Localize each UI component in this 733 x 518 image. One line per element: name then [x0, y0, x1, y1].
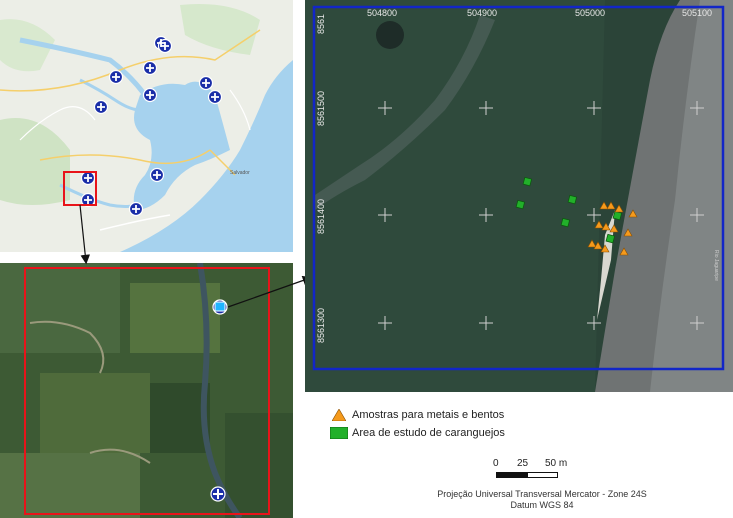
- legend-crab-label: Area de estudo de caranguejos: [352, 427, 505, 439]
- scale-tick-25: 25: [517, 458, 529, 469]
- grid-label-x2: 504900: [467, 8, 498, 18]
- scale-tick-50: 50 m: [545, 458, 568, 469]
- grid-label-y3: 8561300: [316, 307, 326, 343]
- detail-map: [305, 0, 733, 392]
- crab-site: [605, 233, 616, 244]
- scale-bar: 0 25 50 m: [490, 458, 580, 486]
- forest-patch: [0, 263, 120, 353]
- grid-label-y-top: 8561: [316, 13, 326, 34]
- crab-site: [522, 176, 533, 187]
- regional-map-panel: Salvador: [0, 0, 293, 252]
- projection-line-1: Projeção Universal Transversal Mercator …: [437, 489, 647, 499]
- legend-square-symbol: [330, 427, 348, 439]
- crab-site: [567, 194, 578, 205]
- satellite-inset: [0, 263, 293, 518]
- grid-label-x3: 505000: [575, 8, 606, 18]
- mangrove-texture: [305, 0, 605, 392]
- forest-patch: [0, 453, 140, 518]
- scale-tick-0: 0: [493, 458, 499, 469]
- highlighted-site-square: [214, 301, 226, 312]
- legend-triangle-symbol: [332, 409, 346, 421]
- grid-label-x1: 504800: [367, 8, 398, 18]
- legend: Amostras para metais e bentos Area de es…: [328, 406, 568, 446]
- edge-label: Rio Jaguaripe: [713, 250, 719, 281]
- forest-patch: [225, 413, 293, 518]
- crab-site: [560, 217, 571, 228]
- city-label: Salvador: [230, 170, 250, 176]
- satellite-inset-panel: [0, 263, 293, 518]
- pond: [376, 21, 404, 49]
- grid-label-y2: 8561400: [316, 198, 326, 234]
- legend-metals-label: Amostras para metais e bentos: [352, 409, 505, 421]
- detail-map-panel: 504800 504900 505000 505100 8561 8561500…: [305, 0, 733, 392]
- regional-map: [0, 0, 293, 252]
- forest-patch: [40, 373, 150, 453]
- scale-bar-graphic: [496, 472, 558, 478]
- crab-site: [612, 210, 623, 221]
- projection-line-2: Datum WGS 84: [510, 500, 574, 510]
- crab-site: [515, 199, 526, 210]
- grid-label-x4: 505100: [682, 8, 713, 18]
- grid-label-y1: 8561500: [316, 90, 326, 126]
